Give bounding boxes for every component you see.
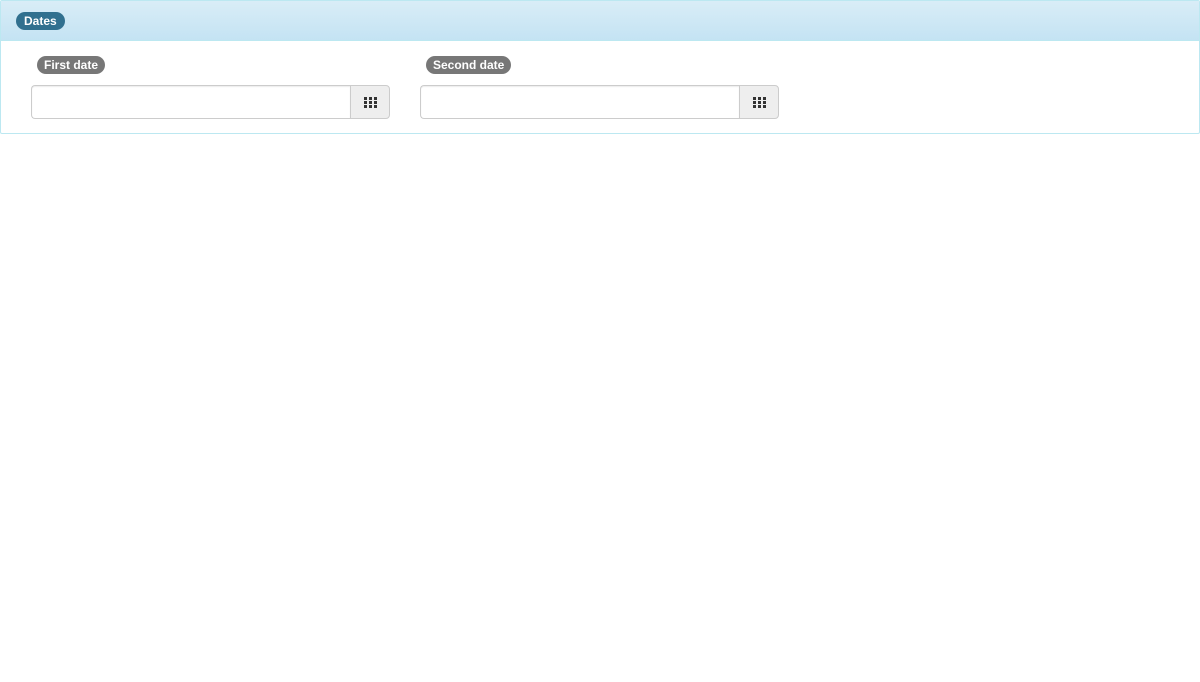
panel-title-badge: Dates (16, 12, 65, 30)
first-date-input[interactable] (31, 85, 350, 119)
second-date-calendar-button[interactable] (739, 85, 779, 119)
first-date-calendar-button[interactable] (350, 85, 390, 119)
first-date-input-group (31, 85, 390, 119)
second-date-input[interactable] (420, 85, 739, 119)
dates-panel: Dates First date Second date (0, 0, 1200, 134)
calendar-grid-icon (752, 96, 766, 108)
first-date-label: First date (37, 56, 106, 74)
calendar-grid-icon (363, 96, 377, 108)
second-date-input-group (420, 85, 779, 119)
panel-heading: Dates (1, 1, 1199, 41)
second-date-label: Second date (426, 56, 512, 74)
